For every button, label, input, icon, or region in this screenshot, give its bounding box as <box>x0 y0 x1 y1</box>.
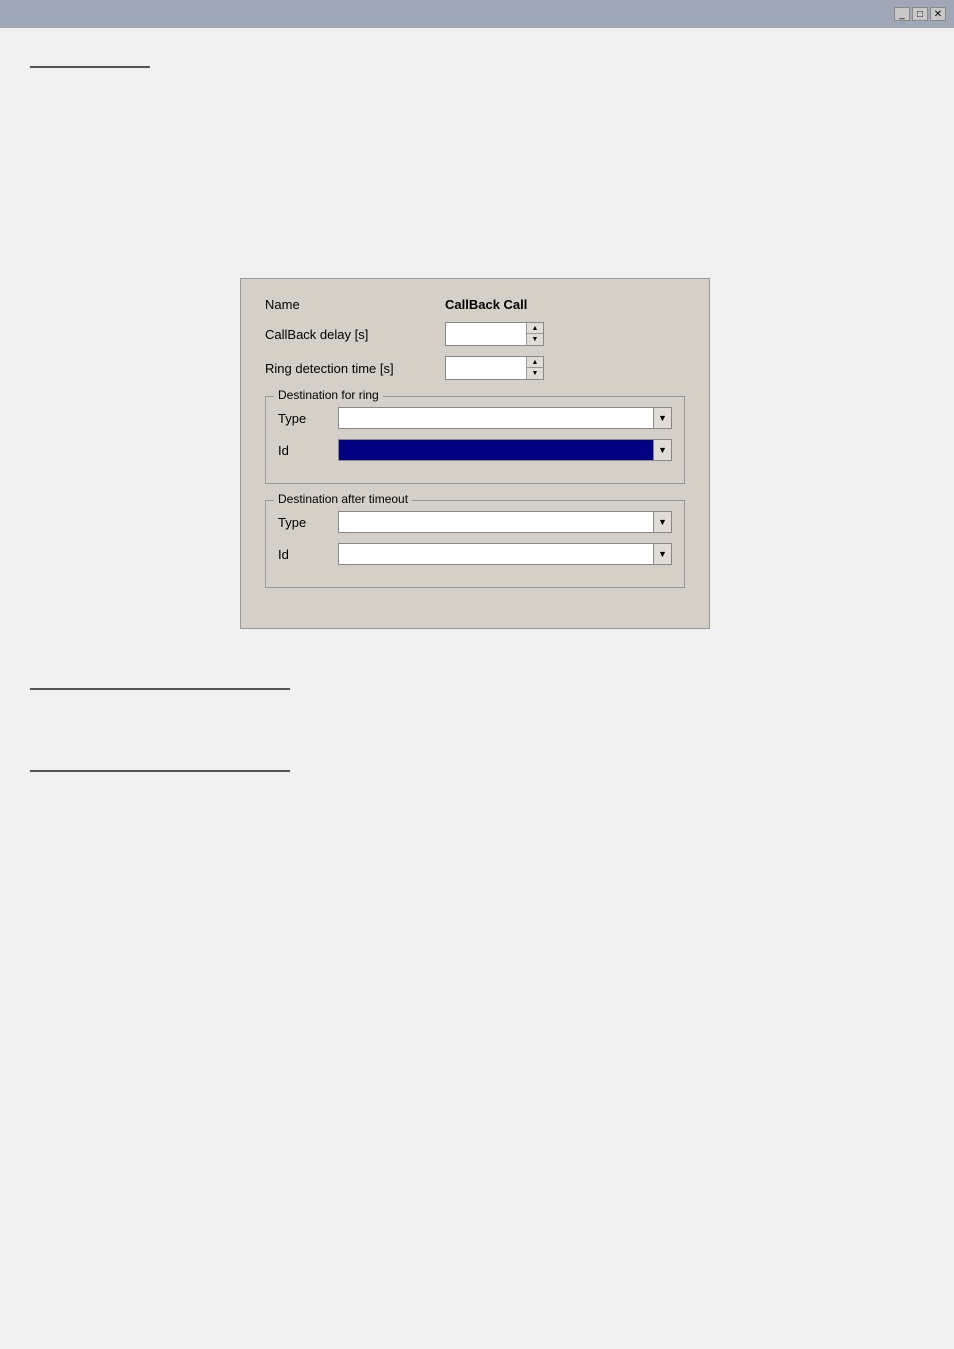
page-content: Name CallBack Call CallBack delay [s] 20… <box>0 28 954 804</box>
timeout-type-label: Type <box>278 515 338 530</box>
timeout-type-select-wrap: Station ▼ <box>338 511 672 533</box>
ring-id-label: Id <box>278 443 338 458</box>
divider-line-1 <box>30 66 150 68</box>
ring-detection-label: Ring detection time [s] <box>265 361 445 376</box>
ring-id-select-wrap: DISA Ihned ▼ <box>338 439 672 461</box>
title-bar: _ □ ✕ <box>0 0 954 28</box>
callback-delay-row: CallBack delay [s] 20 ▲ ▼ <box>265 322 685 346</box>
ring-detection-input[interactable]: 10 <box>446 357 526 379</box>
callback-delay-up-button[interactable]: ▲ <box>527 323 543 334</box>
timeout-id-label: Id <box>278 547 338 562</box>
callback-delay-label: CallBack delay [s] <box>265 327 445 342</box>
minimize-button[interactable]: _ <box>894 7 910 21</box>
callback-delay-spinner-buttons: ▲ ▼ <box>526 323 543 345</box>
destination-for-ring-group: Destination for ring Type DISA ▼ Id DISA… <box>265 396 685 484</box>
name-row: Name CallBack Call <box>265 297 685 312</box>
ring-id-dropdown-arrow[interactable]: ▼ <box>654 439 672 461</box>
destination-after-timeout-legend: Destination after timeout <box>274 492 412 506</box>
callback-delay-spinner: 20 ▲ ▼ <box>445 322 544 346</box>
destination-after-timeout-group: Destination after timeout Type Station ▼… <box>265 500 685 588</box>
timeout-type-input[interactable]: Station <box>338 511 654 533</box>
title-bar-buttons: _ □ ✕ <box>894 7 946 21</box>
timeout-type-dropdown-arrow[interactable]: ▼ <box>654 511 672 533</box>
ring-detection-up-button[interactable]: ▲ <box>527 357 543 368</box>
ring-detection-down-button[interactable]: ▼ <box>527 368 543 379</box>
divider-line-3 <box>30 770 290 772</box>
timeout-id-select-wrap: Operator ▼ <box>338 543 672 565</box>
ring-detection-spinner: 10 ▲ ▼ <box>445 356 544 380</box>
timeout-id-dropdown-arrow[interactable]: ▼ <box>654 543 672 565</box>
maximize-button[interactable]: □ <box>912 7 928 21</box>
ring-id-input[interactable]: DISA Ihned <box>338 439 654 461</box>
close-button[interactable]: ✕ <box>930 7 946 21</box>
ring-type-select-wrap: DISA ▼ <box>338 407 672 429</box>
timeout-id-row: Id Operator ▼ <box>278 543 672 565</box>
ring-type-label: Type <box>278 411 338 426</box>
ring-type-input[interactable]: DISA <box>338 407 654 429</box>
name-value: CallBack Call <box>445 297 527 312</box>
ring-id-row: Id DISA Ihned ▼ <box>278 439 672 461</box>
ring-type-dropdown-arrow[interactable]: ▼ <box>654 407 672 429</box>
timeout-id-input[interactable]: Operator <box>338 543 654 565</box>
ring-detection-spinner-buttons: ▲ ▼ <box>526 357 543 379</box>
timeout-type-row: Type Station ▼ <box>278 511 672 533</box>
ring-type-row: Type DISA ▼ <box>278 407 672 429</box>
name-label: Name <box>265 297 445 312</box>
callback-delay-input[interactable]: 20 <box>446 323 526 345</box>
destination-for-ring-content: Type DISA ▼ Id DISA Ihned ▼ <box>278 407 672 461</box>
destination-for-ring-legend: Destination for ring <box>274 388 383 402</box>
ring-detection-row: Ring detection time [s] 10 ▲ ▼ <box>265 356 685 380</box>
callback-delay-down-button[interactable]: ▼ <box>527 334 543 345</box>
divider-line-2 <box>30 688 290 690</box>
destination-after-timeout-content: Type Station ▼ Id Operator ▼ <box>278 511 672 565</box>
callback-form-panel: Name CallBack Call CallBack delay [s] 20… <box>240 278 710 629</box>
